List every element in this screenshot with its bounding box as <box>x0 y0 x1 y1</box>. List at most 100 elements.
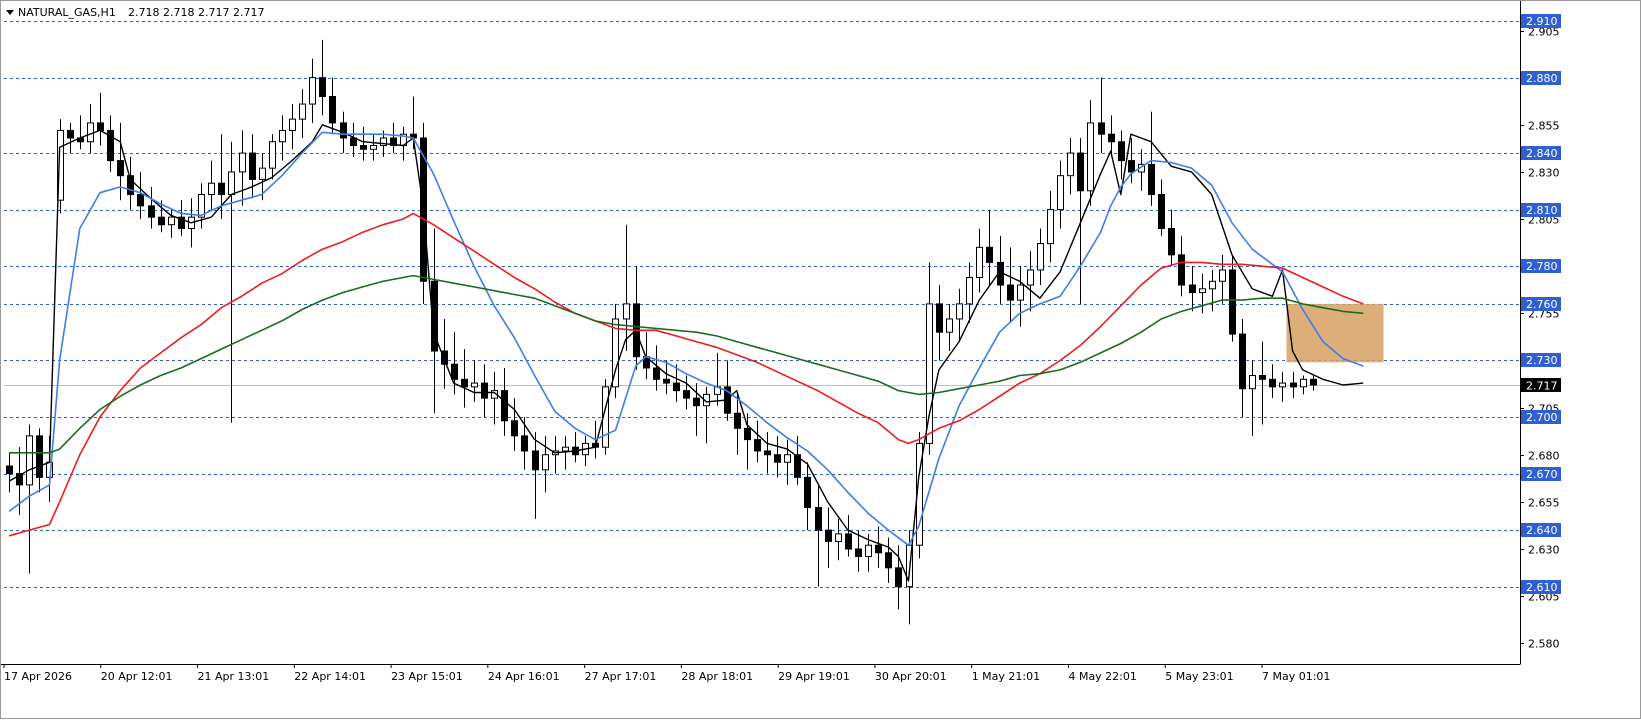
time-tick-label: 7 May 01:01 <box>1262 670 1330 683</box>
candle-body <box>986 246 993 263</box>
candle-body <box>1148 163 1155 196</box>
candle-body <box>865 544 872 558</box>
candle-body <box>1158 194 1165 229</box>
candle-body <box>521 435 528 452</box>
price-tick-label: 2.680 <box>1528 450 1560 463</box>
candle-body <box>1239 333 1246 390</box>
candle-body <box>1249 375 1256 390</box>
candle-body <box>208 182 215 196</box>
level-label-2.810: 2.810 <box>1526 204 1558 217</box>
price-tick-label: 2.580 <box>1528 638 1560 651</box>
candle-body <box>1279 382 1286 388</box>
candle-body <box>289 118 296 131</box>
candle-body <box>936 303 943 333</box>
current-price-label: 2.717 <box>1526 380 1558 393</box>
candle-body <box>693 397 700 407</box>
triangle-down-icon[interactable] <box>6 10 14 15</box>
candle-body <box>329 95 336 124</box>
candle-body <box>895 567 902 588</box>
candle-body <box>784 454 791 463</box>
level-label-2.880: 2.880 <box>1526 72 1558 85</box>
candle-body <box>1128 160 1135 173</box>
candle-body <box>532 450 539 471</box>
candle-body <box>451 363 458 380</box>
time-tick-label: 27 Apr 17:01 <box>585 670 657 683</box>
candle-body <box>1209 280 1216 290</box>
zone-layer <box>1286 303 1384 363</box>
candle-body <box>461 378 468 388</box>
candle-body <box>744 427 751 441</box>
candle-body <box>1098 122 1105 135</box>
candle-body <box>1027 269 1034 286</box>
level-label-2.780: 2.780 <box>1526 260 1558 273</box>
price-tick-label: 2.655 <box>1528 497 1560 510</box>
candle-body <box>754 439 761 452</box>
chart-svg: 2.9052.8802.8552.8302.8052.7802.7552.730… <box>0 0 1641 719</box>
axes-layer: 2.9052.8802.8552.8302.8052.7802.7552.730… <box>0 0 1641 719</box>
candle-body <box>218 182 225 196</box>
candle-body <box>1229 269 1236 335</box>
candle-body <box>148 205 155 218</box>
candle-body <box>1219 269 1226 282</box>
time-tick-label: 21 Apr 13:01 <box>198 670 270 683</box>
candle-body <box>1300 378 1307 388</box>
candle-body <box>239 152 246 173</box>
candle-body <box>1118 141 1125 162</box>
candle-body <box>67 129 74 139</box>
candle-body <box>835 533 842 542</box>
symbol-label: NATURAL_GAS,H1 <box>18 6 116 19</box>
candle-body <box>815 507 822 531</box>
candle-body <box>673 382 680 392</box>
candle-body <box>1077 152 1084 192</box>
candle-body <box>976 246 983 278</box>
chart-area[interactable]: 2.9052.8802.8552.8302.8052.7802.7552.730… <box>0 0 1641 719</box>
candle-body <box>1259 375 1266 380</box>
candle-body <box>623 303 630 320</box>
candle-body <box>653 367 660 380</box>
candle-body <box>946 318 953 333</box>
candle-body <box>683 390 690 399</box>
candle-body <box>1047 209 1054 245</box>
time-tick-label: 28 Apr 18:01 <box>681 670 753 683</box>
candle-body <box>228 171 235 196</box>
moving-average-line <box>8 212 1364 537</box>
candle-body <box>885 552 892 569</box>
candle-body <box>279 129 286 143</box>
candle-body <box>511 420 518 437</box>
level-label-2.730: 2.730 <box>1526 354 1558 367</box>
candle-body <box>825 529 832 542</box>
time-tick-label: 20 Apr 12:01 <box>101 670 173 683</box>
chart-header: NATURAL_GAS,H1 2.718 2.718 2.717 2.717 <box>6 6 264 19</box>
price-tick-label: 2.855 <box>1528 120 1560 133</box>
moving-average-line <box>9 274 1364 454</box>
candle-body <box>1087 122 1094 192</box>
candle-body <box>1007 284 1014 301</box>
time-tick-label: 5 May 23:01 <box>1165 670 1233 683</box>
candle-body <box>87 122 94 143</box>
level-label-2.640: 2.640 <box>1526 524 1558 537</box>
candle-body <box>319 77 326 97</box>
candle-body <box>117 160 124 177</box>
candle-body <box>370 145 377 150</box>
candle-body <box>1178 254 1185 286</box>
time-tick-label: 22 Apr 14:01 <box>294 670 366 683</box>
candle-body <box>158 216 165 226</box>
time-tick-label: 1 May 21:01 <box>972 670 1040 683</box>
candle-body <box>481 382 488 399</box>
level-label-2.840: 2.840 <box>1526 147 1558 160</box>
candle-body <box>774 454 781 463</box>
candle-body <box>1108 133 1115 143</box>
candle-body <box>1199 288 1206 294</box>
time-tick-label: 23 Apr 15:01 <box>391 670 463 683</box>
candle-body <box>663 378 670 384</box>
candle-body <box>956 303 963 320</box>
candle-body <box>562 446 569 452</box>
candle-body <box>259 167 266 180</box>
candle-body <box>360 145 367 150</box>
time-tick-label: 17 Apr 2026 <box>4 670 72 683</box>
candle-body <box>734 412 741 429</box>
time-tick-label: 30 Apr 20:01 <box>875 670 947 683</box>
candle-body <box>309 77 316 105</box>
time-tick-label: 4 May 22:01 <box>1068 670 1136 683</box>
price-tick-label: 2.830 <box>1528 167 1560 180</box>
